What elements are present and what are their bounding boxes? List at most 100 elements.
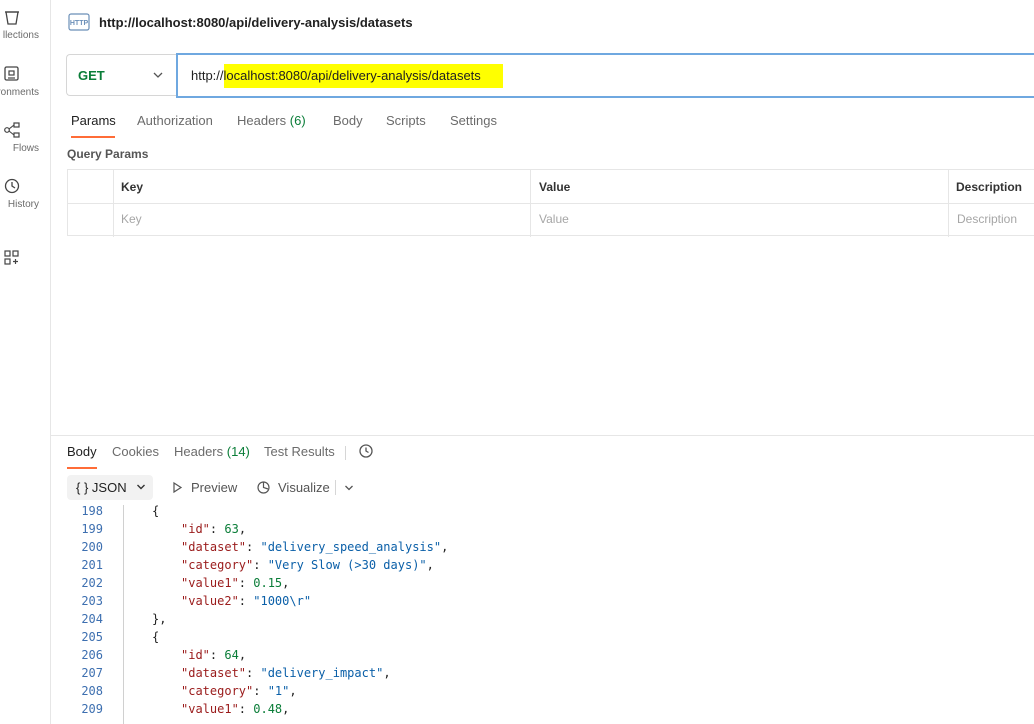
json-value: "1000\r" — [253, 594, 312, 608]
code-text: "category": "1", — [181, 684, 297, 698]
line-number: 206 — [81, 648, 103, 662]
tab-settings[interactable]: Settings — [450, 113, 497, 128]
column-header-value: Value — [539, 180, 571, 194]
json-value: 63 — [224, 522, 239, 536]
column-header-key: Key — [121, 180, 144, 194]
flows-icon — [4, 122, 20, 138]
code-line: 203 "value2": "1000\r" — [51, 594, 1034, 612]
line-number: 204 — [81, 612, 103, 626]
code-text: "id": 63, — [181, 522, 247, 536]
request-title[interactable]: http://localhost:8080/api/delivery-analy… — [99, 15, 413, 30]
sidebar-item-history[interactable]: History — [0, 177, 50, 227]
sidebar-item-configure[interactable] — [0, 249, 50, 299]
table-check-cell[interactable] — [68, 204, 114, 237]
code-text: "value1": 0.15, — [181, 576, 290, 590]
json-key: "id" — [181, 522, 210, 536]
history-icon — [4, 178, 20, 194]
code-line: 207 "dataset": "delivery_impact", — [51, 666, 1034, 684]
line-number: 203 — [81, 594, 103, 608]
table-row-divider — [68, 203, 1034, 204]
chevron-down-icon — [153, 72, 163, 78]
response-format-bar: { } JSON Preview Visualize — [51, 475, 1034, 501]
code-line: 208 "category": "1", — [51, 684, 1034, 702]
sidebar-item-label: ronments — [0, 87, 39, 98]
table-check-cell — [68, 170, 114, 203]
sidebar-item-environments[interactable]: ronments — [0, 65, 50, 115]
json-key: "value2" — [181, 594, 239, 608]
json-key: "value1" — [181, 702, 239, 716]
code-line: 204}, — [51, 612, 1034, 630]
collections-icon — [5, 11, 19, 25]
json-value: 0.48 — [253, 702, 283, 716]
svg-text:HTTP: HTTP — [70, 20, 89, 27]
method-select[interactable]: GET — [66, 54, 176, 96]
request-title-bar: HTTP http://localhost:8080/api/delivery-… — [51, 0, 1034, 44]
response-tab-test-results[interactable]: Test Results — [264, 444, 335, 459]
response-tab-headers[interactable]: Headers (14) — [174, 444, 250, 459]
code-line: 198 { — [51, 505, 1034, 522]
code-line: 199 "id": 63, — [51, 522, 1034, 540]
code-text: }, — [152, 612, 167, 626]
line-number: 200 — [81, 540, 103, 554]
table-cell — [531, 204, 949, 237]
json-braces-icon: { } — [76, 480, 89, 495]
code-text: { — [152, 505, 160, 518]
line-number: 207 — [81, 666, 103, 680]
request-tabs: Params Authorization Headers (6) Body Sc… — [51, 110, 1034, 138]
sidebar-item-collections[interactable]: llections — [0, 8, 50, 58]
tab-body[interactable]: Body — [333, 113, 363, 128]
response-tab-headers-label: Headers — [174, 444, 224, 459]
response-headers-count: (14) — [226, 444, 250, 459]
history-icon[interactable] — [358, 443, 374, 459]
column-header-description: Description — [956, 180, 1023, 194]
json-value: 64 — [224, 648, 239, 662]
preview-button[interactable]: Preview — [191, 480, 237, 495]
table-header-cell — [531, 170, 949, 203]
play-icon — [173, 481, 183, 494]
tab-headers[interactable]: Headers (6) — [237, 113, 306, 128]
description-input[interactable]: Description — [957, 212, 1017, 226]
tab-params[interactable]: Params — [71, 113, 116, 128]
tab-authorization[interactable]: Authorization — [137, 113, 213, 128]
key-input[interactable]: Key — [121, 212, 142, 226]
sidebar-item-label: Flows — [12, 143, 39, 154]
sidebar-item-label: History — [7, 199, 39, 210]
format-select[interactable]: { } JSON — [67, 475, 153, 500]
chevron-down-icon — [137, 484, 145, 490]
json-key: "dataset" — [181, 540, 247, 554]
url-input[interactable]: http://localhost:8080/api/delivery-analy… — [176, 53, 1034, 98]
method-label: GET — [78, 68, 105, 83]
json-value: "delivery_speed_analysis" — [260, 540, 442, 554]
code-text: "id": 64, — [181, 648, 247, 662]
response-tab-cookies[interactable]: Cookies — [112, 444, 159, 459]
json-key: "id" — [181, 648, 210, 662]
json-key: "category" — [181, 558, 254, 572]
code-text: "category": "Very Slow (>30 days)", — [181, 558, 434, 572]
table-cell — [114, 204, 531, 237]
response-divider[interactable] — [51, 435, 1034, 436]
format-name: JSON — [91, 480, 127, 495]
visualize-button[interactable]: Visualize — [278, 480, 330, 495]
http-icon: HTTP — [68, 13, 90, 31]
line-number: 198 — [81, 505, 103, 518]
code-text: { — [152, 630, 160, 644]
active-tab-indicator — [67, 467, 97, 469]
format-label: { } JSON — [76, 480, 127, 495]
code-line: 209 "value1": 0.48, — [51, 702, 1034, 720]
json-value: "Very Slow (>30 days)" — [267, 558, 427, 572]
json-value: "1" — [267, 684, 290, 698]
response-body-viewer[interactable]: 198 {199 "id": 63, 200 "dataset": "delivery_… — [51, 505, 1034, 724]
tab-scripts[interactable]: Scripts — [386, 113, 426, 128]
chevron-down-icon[interactable] — [344, 483, 354, 493]
sidebar-item-flows[interactable]: Flows — [0, 121, 50, 171]
response-tab-body[interactable]: Body — [67, 444, 97, 459]
sidebar-item-label: llections — [2, 30, 39, 41]
visualize-icon — [257, 481, 270, 494]
code-text: "dataset": "delivery_impact", — [181, 666, 391, 680]
format-separator — [335, 480, 336, 495]
line-number: 202 — [81, 576, 103, 590]
json-value: "delivery_impact" — [260, 666, 384, 680]
table-header-cell — [114, 170, 531, 203]
value-input[interactable]: Value — [539, 212, 569, 226]
line-number: 208 — [81, 684, 103, 698]
